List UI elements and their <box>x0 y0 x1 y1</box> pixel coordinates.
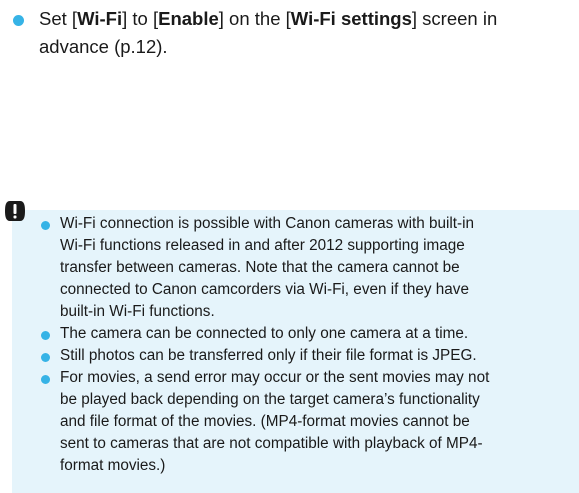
caution-line: and file format of the movies. (MP4-form… <box>60 413 470 430</box>
caution-line: Wi-Fi connection is possible with Canon … <box>60 215 475 232</box>
text-segment: ] to [ <box>122 8 159 29</box>
caution-line: be played back depending on the target c… <box>60 391 480 408</box>
caution-line: Still photos can be transferred only if … <box>60 347 477 364</box>
wifi-term: Wi-Fi <box>77 8 123 29</box>
text-segment: Set [ <box>39 8 78 29</box>
top-bullet-line-2: advance (p.12). <box>39 36 168 57</box>
caution-bullet <box>41 331 50 340</box>
caution-bullet <box>41 375 50 384</box>
bullet-dot <box>13 15 24 26</box>
caution-line: The camera can be connected to only one … <box>60 325 469 342</box>
enable-term: Enable <box>158 8 219 29</box>
caution-line: format movies.) <box>60 457 166 474</box>
caution-line: Wi-Fi functions released in and after 20… <box>60 237 465 254</box>
text-segment: ] screen in <box>411 8 498 29</box>
caution-line: built-in Wi-Fi functions. <box>60 303 215 320</box>
caution-line: sent to cameras that are not compatible … <box>60 435 483 452</box>
top-bullet-line-1: Set [Wi-Fi] to [Enable] on the [Wi-Fi se… <box>39 6 497 32</box>
wifi-settings-term: Wi-Fi settings <box>290 8 412 29</box>
caution-bullet <box>41 221 50 230</box>
caution-line: connected to Canon camcorders via Wi-Fi,… <box>60 281 469 298</box>
caution-line: For movies, a send error may occur or th… <box>60 369 490 386</box>
caution-bullet <box>41 353 50 362</box>
caution-line: transfer between cameras. Note that the … <box>60 259 460 276</box>
text-segment: ] on the [ <box>218 8 291 29</box>
caution-icon <box>5 201 25 221</box>
